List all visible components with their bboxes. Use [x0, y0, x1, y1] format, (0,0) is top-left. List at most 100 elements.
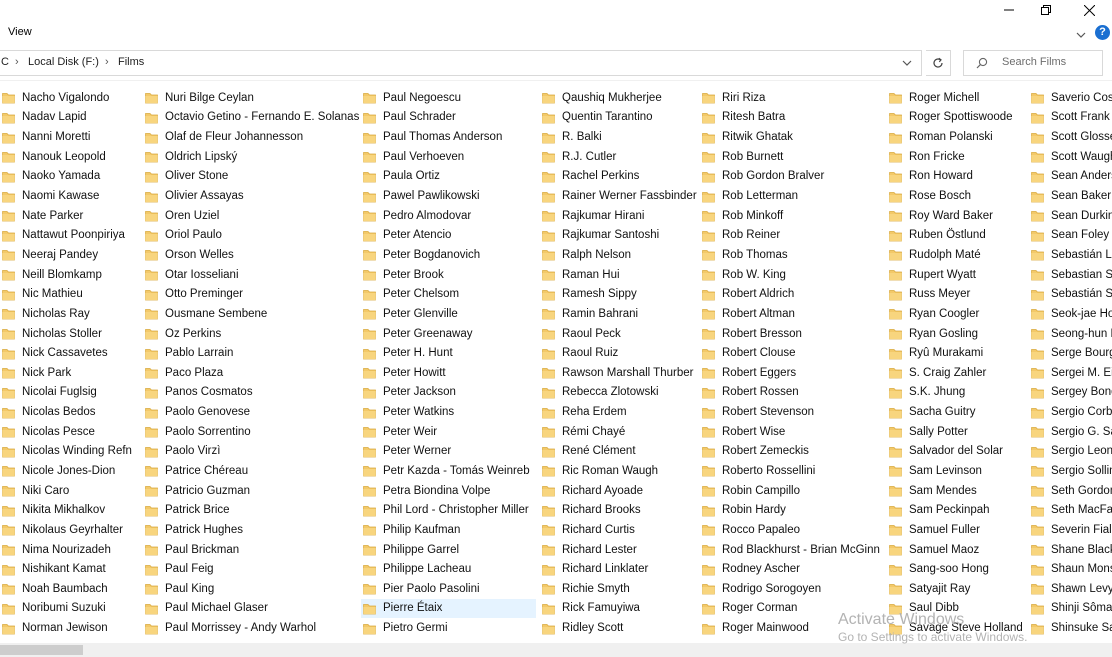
folder-item[interactable]: S.K. Jhung	[887, 383, 1027, 403]
folder-item[interactable]: Scott Waugh	[1029, 147, 1112, 167]
search-input[interactable]: Search Films	[1002, 56, 1066, 68]
folder-item[interactable]: Qaushiq Mukherjee	[540, 88, 695, 108]
folder-item[interactable]: Peter Chelsom	[361, 284, 536, 304]
folder-item[interactable]: Ramin Bahrani	[540, 304, 695, 324]
folder-item[interactable]: Nuri Bilge Ceylan	[143, 88, 358, 108]
folder-item[interactable]: Sally Potter	[887, 422, 1027, 442]
folder-item[interactable]: Shinsuke Sato	[1029, 618, 1112, 638]
folder-item[interactable]: Oldrich Lipský	[143, 147, 358, 167]
folder-item[interactable]: Octavio Getino - Fernando E. Solanas	[143, 108, 359, 128]
folder-item[interactable]: Paula Ortiz	[361, 167, 536, 187]
folder-item[interactable]: Ramesh Sippy	[540, 284, 695, 304]
folder-item[interactable]: Paul Schrader	[361, 108, 536, 128]
folder-item[interactable]: Sean Anders	[1029, 167, 1112, 187]
folder-item[interactable]: Rudolph Maté	[887, 245, 1027, 265]
folder-item[interactable]: Peter Greenaway	[361, 324, 536, 344]
folder-item[interactable]: Ritesh Batra	[700, 108, 885, 128]
folder-item[interactable]: Peter Howitt	[361, 363, 536, 383]
folder-item[interactable]: Scott Frank	[1029, 108, 1112, 128]
folder-item[interactable]: Sean Durkin	[1029, 206, 1112, 226]
folder-item[interactable]: Nikita Mikhalkov	[0, 500, 140, 520]
folder-item[interactable]: Nicolas Pesce	[0, 422, 140, 442]
folder-item[interactable]: Pietro Germi	[361, 618, 536, 638]
folder-item[interactable]: Scott Glosserm	[1029, 127, 1112, 147]
folder-item[interactable]: Rob Burnett	[700, 147, 885, 167]
folder-item[interactable]: Oriol Paulo	[143, 225, 358, 245]
folder-item[interactable]: Rick Famuyiwa	[540, 599, 695, 619]
folder-item[interactable]: Niki Caro	[0, 481, 140, 501]
folder-item[interactable]: Salvador del Solar	[887, 442, 1027, 462]
folder-item[interactable]: Richard Ayoade	[540, 481, 695, 501]
close-button[interactable]	[1066, 0, 1112, 20]
folder-item[interactable]: Raman Hui	[540, 265, 695, 285]
folder-item[interactable]: Seong-hun Ki	[1029, 324, 1112, 344]
folder-item[interactable]: Richard Lester	[540, 540, 695, 560]
folder-item[interactable]: René Clément	[540, 442, 695, 462]
folder-item[interactable]: Otar Iosseliani	[143, 265, 358, 285]
folder-item[interactable]: Noah Baumbach	[0, 579, 140, 599]
folder-item[interactable]: Peter Brook	[361, 265, 536, 285]
folder-item[interactable]: Paul Negoescu	[361, 88, 536, 108]
folder-item[interactable]: Sergio G. Sán	[1029, 422, 1112, 442]
folder-item[interactable]: Samuel Maoz	[887, 540, 1027, 560]
folder-item[interactable]: Peter Jackson	[361, 383, 536, 403]
refresh-button[interactable]	[926, 50, 951, 76]
folder-item[interactable]: Ron Howard	[887, 167, 1027, 187]
folder-item[interactable]: Seth Gordon	[1029, 481, 1112, 501]
folder-item[interactable]: Nishikant Kamat	[0, 559, 140, 579]
folder-item[interactable]: Rob Minkoff	[700, 206, 885, 226]
address-history-button[interactable]	[902, 56, 912, 74]
folder-item[interactable]: Naomi Kawase	[0, 186, 140, 206]
folder-item[interactable]: Nacho Vigalondo	[0, 88, 140, 108]
folder-item[interactable]: Phil Lord - Christopher Miller	[361, 500, 536, 520]
folder-item[interactable]: Sang-soo Hong	[887, 559, 1027, 579]
folder-item[interactable]: Peter H. Hunt	[361, 343, 536, 363]
folder-item[interactable]: Ryan Gosling	[887, 324, 1027, 344]
folder-item[interactable]: Paul Thomas Anderson	[361, 127, 536, 147]
folder-item[interactable]: Oliver Stone	[143, 167, 358, 187]
folder-item[interactable]: Neill Blomkamp	[0, 265, 140, 285]
folder-item[interactable]: Shawn Levy	[1029, 579, 1112, 599]
folder-item[interactable]: Saverio Costa	[1029, 88, 1112, 108]
folder-item[interactable]: Ron Fricke	[887, 147, 1027, 167]
folder-item[interactable]: Paul Michael Glaser	[143, 599, 358, 619]
folder-item[interactable]: Philip Kaufman	[361, 520, 536, 540]
folder-item[interactable]: Roy Ward Baker	[887, 206, 1027, 226]
folder-item[interactable]: Patrick Brice	[143, 500, 358, 520]
folder-item[interactable]: Philippe Garrel	[361, 540, 536, 560]
folder-item[interactable]: Roberto Rossellini	[700, 461, 885, 481]
folder-item[interactable]: Nick Park	[0, 363, 140, 383]
folder-item[interactable]: Nikolaus Geyrhalter	[0, 520, 140, 540]
folder-item[interactable]: Rob Thomas	[700, 245, 885, 265]
folder-item[interactable]: Reha Erdem	[540, 402, 695, 422]
folder-item[interactable]: Ruben Östlund	[887, 225, 1027, 245]
folder-item[interactable]: Nicholas Stoller	[0, 324, 140, 344]
folder-item[interactable]: Severin Fiala -	[1029, 520, 1112, 540]
folder-item[interactable]: Rocco Papaleo	[700, 520, 885, 540]
folder-item[interactable]: Robert Zemeckis	[700, 442, 885, 462]
folder-item[interactable]: Ritwik Ghatak	[700, 127, 885, 147]
folder-item[interactable]: Rebecca Zlotowski	[540, 383, 695, 403]
folder-item[interactable]: Nick Cassavetes	[0, 343, 140, 363]
folder-item[interactable]: Sam Levinson	[887, 461, 1027, 481]
folder-item[interactable]: Shaun Monso	[1029, 559, 1112, 579]
scrollbar-thumb[interactable]	[0, 645, 83, 655]
folder-item[interactable]: Olivier Assayas	[143, 186, 358, 206]
search-box[interactable]: Search Films	[963, 50, 1103, 76]
folder-item[interactable]: Paul King	[143, 579, 358, 599]
folder-item[interactable]: Nicole Jones-Dion	[0, 461, 140, 481]
folder-item[interactable]: Robert Stevenson	[700, 402, 885, 422]
folder-item[interactable]: Peter Atencio	[361, 225, 536, 245]
folder-item[interactable]: Robert Rossen	[700, 383, 885, 403]
folder-item[interactable]: Nima Nourizadeh	[0, 540, 140, 560]
folder-item[interactable]: Robert Eggers	[700, 363, 885, 383]
folder-item[interactable]: Sergio Leone	[1029, 442, 1112, 462]
folder-item[interactable]: Rod Blackhurst - Brian McGinn	[700, 540, 885, 560]
folder-item[interactable]: Otto Preminger	[143, 284, 358, 304]
folder-item[interactable]: Richie Smyth	[540, 579, 695, 599]
folder-item[interactable]: Peter Bogdanovich	[361, 245, 536, 265]
folder-item[interactable]: Sergio Sollim	[1029, 461, 1112, 481]
folder-item[interactable]: Nadav Lapid	[0, 108, 140, 128]
folder-item[interactable]: Rob W. King	[700, 265, 885, 285]
folder-item[interactable]: Robert Aldrich	[700, 284, 885, 304]
